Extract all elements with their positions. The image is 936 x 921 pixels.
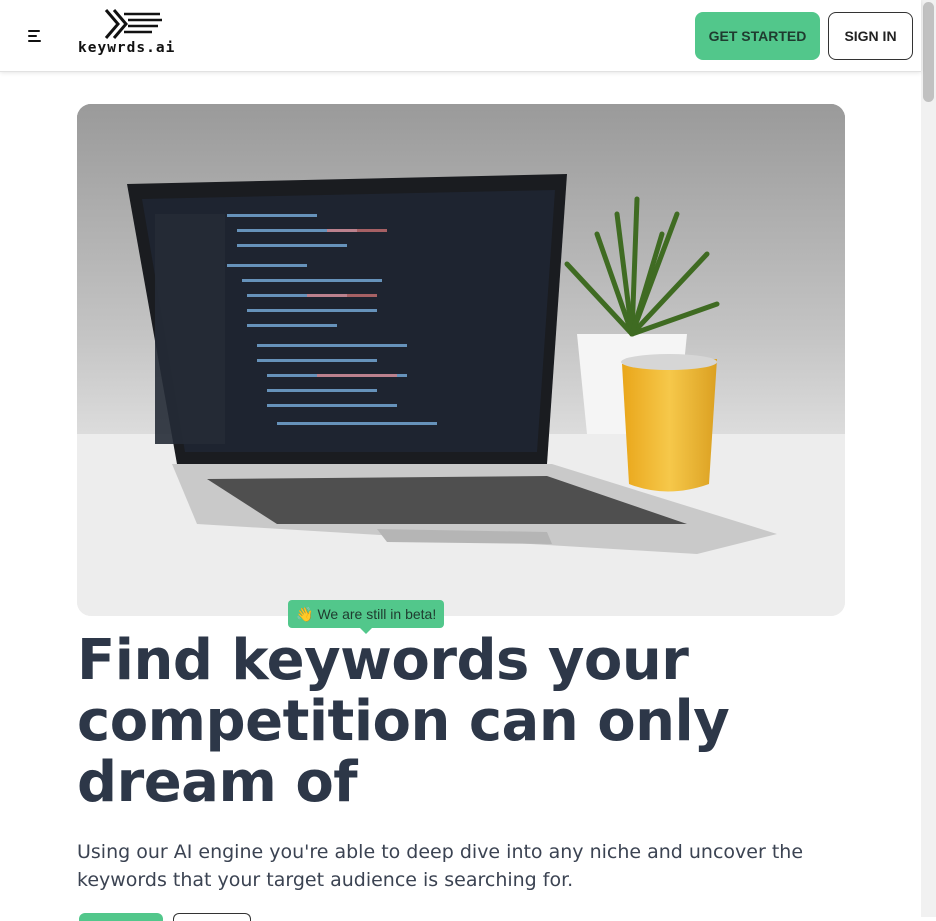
get-started-button[interactable]: GET STARTED: [695, 12, 820, 60]
hamburger-menu-icon[interactable]: [22, 24, 48, 48]
hero-subtext: Using our AI engine you're able to deep …: [77, 841, 804, 891]
hero-secondary-button-partial[interactable]: [173, 913, 251, 921]
top-navbar: keywrds.ai GET STARTED SIGN IN: [0, 0, 921, 72]
logo-mark-icon: [104, 9, 162, 39]
page-scrollbar[interactable]: [921, 0, 936, 917]
sign-in-button[interactable]: SIGN IN: [828, 12, 913, 60]
hero-image: [77, 104, 845, 616]
beta-badge-text: We are still in beta!: [317, 606, 437, 622]
laptop-illustration: [77, 104, 845, 616]
scrollbar-thumb[interactable]: [923, 2, 934, 102]
beta-badge: 👋 We are still in beta!: [288, 600, 445, 634]
logo-text: keywrds.ai: [78, 40, 176, 56]
hero-headline: Find keywords your competition can only …: [77, 628, 730, 815]
site-logo[interactable]: keywrds.ai: [78, 8, 188, 60]
hero-primary-button-partial[interactable]: [79, 913, 163, 921]
waving-hand-icon: 👋: [296, 605, 314, 622]
